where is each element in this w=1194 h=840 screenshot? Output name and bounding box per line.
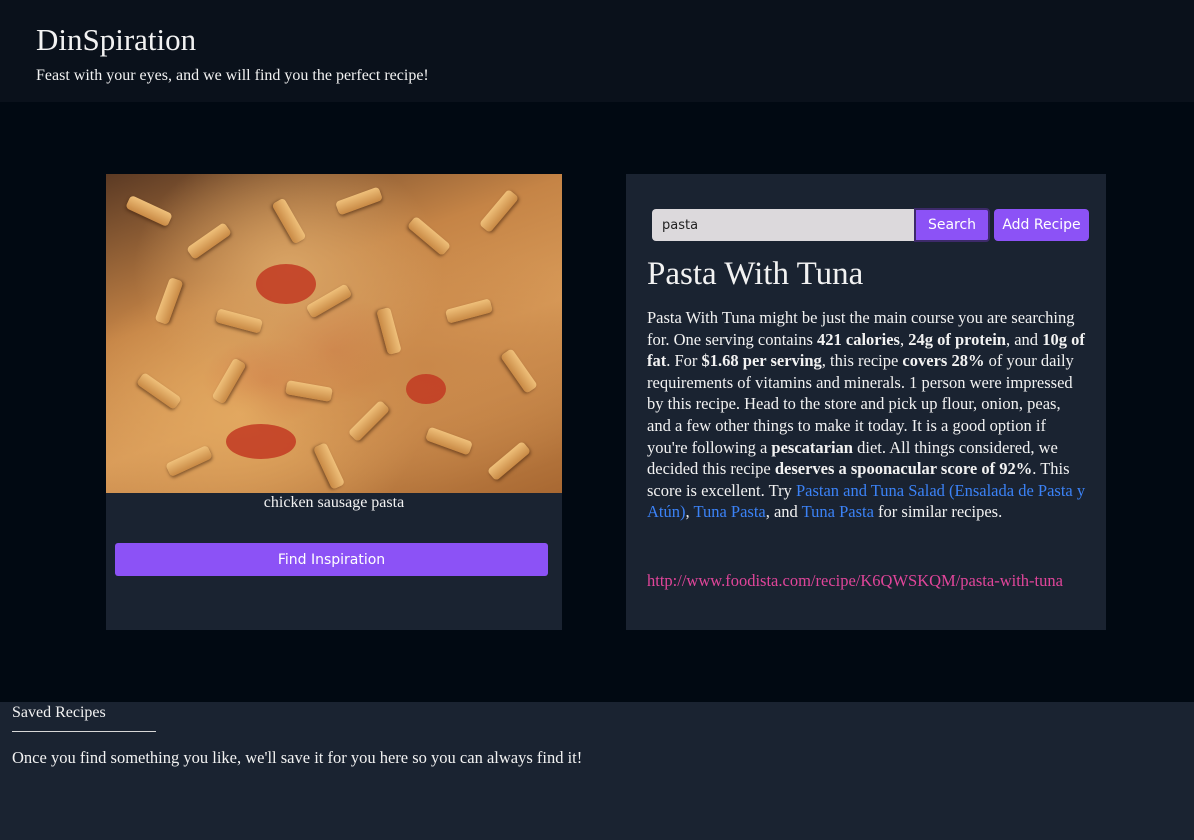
penne-piece — [406, 215, 452, 257]
title-divider — [12, 731, 156, 732]
similar-recipe-link[interactable]: Tuna Pasta — [802, 502, 874, 521]
site-tagline: Feast with your eyes, and we will find y… — [36, 67, 429, 84]
summary-text: for similar recipes. — [873, 502, 1003, 522]
recipe-card: Search Add Recipe Pasta With Tuna Pasta … — [626, 174, 1106, 630]
sauce-blob — [226, 424, 296, 459]
penne-piece — [424, 426, 474, 456]
penne-piece — [334, 186, 384, 216]
calories-value: 421 calories — [817, 329, 900, 349]
similar-recipe-link[interactable]: Tuna Pasta — [693, 502, 765, 521]
saved-recipes-title: Saved Recipes — [12, 704, 106, 721]
penne-piece — [486, 440, 532, 482]
penne-piece — [347, 399, 391, 443]
sauce-blob — [256, 264, 316, 304]
find-inspiration-button[interactable]: Find Inspiration — [115, 543, 548, 576]
food-image — [106, 174, 562, 493]
penne-piece — [444, 298, 494, 324]
penne-piece — [271, 197, 307, 245]
add-recipe-button[interactable]: Add Recipe — [994, 209, 1089, 241]
saved-recipes-section: Saved Recipes Once you find something yo… — [0, 702, 1194, 840]
penne-piece — [376, 306, 402, 356]
sauce-blob — [406, 374, 446, 404]
image-caption: chicken sausage pasta — [263, 494, 405, 511]
site-title: DinSpiration — [36, 22, 197, 57]
penne-piece — [211, 357, 247, 405]
summary-text: , and — [1005, 329, 1043, 349]
penne-piece — [500, 348, 538, 394]
recipe-source-link[interactable]: http://www.foodista.com/recipe/K6QWSKQM/… — [647, 570, 1087, 592]
penne-piece — [214, 308, 264, 334]
price-value: $1.68 per serving — [701, 351, 822, 371]
penne-piece — [125, 194, 173, 228]
saved-empty-message: Once you find something you like, we'll … — [12, 748, 583, 767]
penne-piece — [478, 188, 520, 234]
penne-piece — [312, 442, 346, 490]
inspiration-card: chicken sausage pasta Find Inspiration — [106, 174, 562, 630]
search-button[interactable]: Search — [914, 208, 990, 242]
recipe-title: Pasta With Tuna — [647, 256, 864, 292]
coverage-value: covers 28% — [902, 351, 985, 371]
summary-text: , — [899, 329, 909, 349]
penne-piece — [136, 372, 182, 410]
summary-text: , and — [765, 502, 802, 522]
penne-piece — [186, 222, 232, 260]
penne-piece — [285, 380, 333, 402]
protein-value: 24g of protein — [908, 329, 1006, 349]
search-input[interactable] — [652, 209, 914, 241]
summary-text: . For — [666, 351, 702, 371]
recipe-summary: Pasta With Tuna might be just the main c… — [647, 307, 1087, 523]
summary-text: , this recipe — [821, 351, 903, 371]
penne-piece — [165, 444, 213, 478]
site-header: DinSpiration Feast with your eyes, and w… — [0, 0, 1194, 102]
score-value: deserves a spoonacular score of 92% — [774, 459, 1033, 479]
penne-piece — [154, 276, 184, 326]
diet-value: pescatarian — [771, 437, 853, 457]
